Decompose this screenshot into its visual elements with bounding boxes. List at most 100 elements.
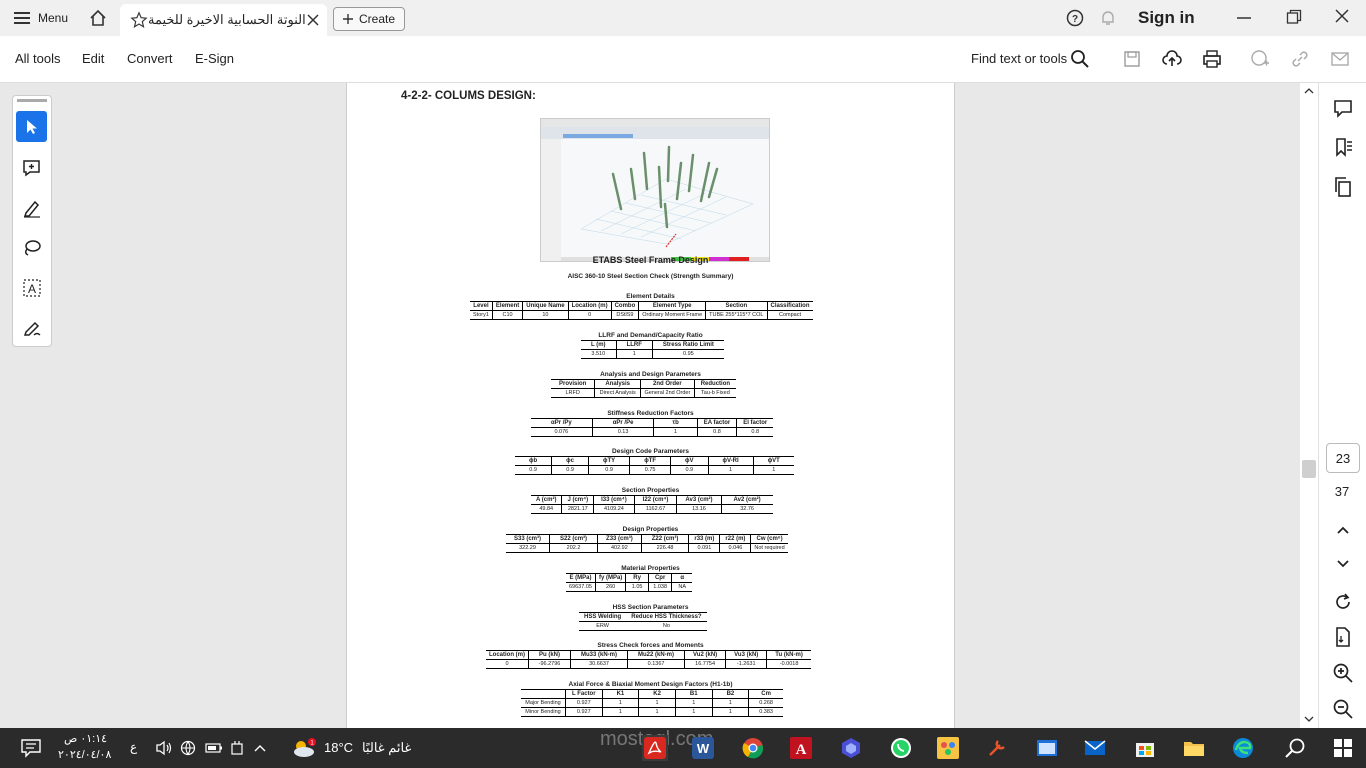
- paint-icon: [937, 737, 959, 759]
- th: Level: [470, 301, 493, 311]
- whatsapp-taskbar-button[interactable]: [888, 735, 914, 761]
- plus-icon: [342, 14, 353, 24]
- sign-in-button[interactable]: Sign in: [1138, 8, 1195, 28]
- clock-date[interactable]: ٢٠٢٤/٠٤/٠٨: [58, 748, 111, 761]
- volume-icon[interactable]: [155, 740, 173, 756]
- td: 0.1367: [627, 659, 685, 669]
- vertical-scrollbar[interactable]: [1300, 83, 1318, 728]
- weather-temperature[interactable]: 18°C: [324, 740, 353, 755]
- battery-icon[interactable]: [205, 741, 223, 755]
- create-button[interactable]: Create: [333, 7, 405, 31]
- comments-icon[interactable]: [1332, 97, 1354, 119]
- svg-text:?: ?: [1072, 14, 1078, 25]
- chevron-up-icon[interactable]: [1332, 519, 1354, 541]
- search-icon[interactable]: [1070, 49, 1090, 69]
- th: L Factor: [565, 689, 603, 699]
- weather-condition[interactable]: غائم غالبًا: [362, 740, 411, 756]
- th: ϕV: [670, 456, 709, 466]
- bookmark-icon[interactable]: [1332, 136, 1354, 158]
- td: 0.9: [515, 465, 552, 475]
- add-comment-tool[interactable]: [16, 152, 47, 183]
- report-subtitle: AISC 360-10 Steel Section Check (Strengt…: [567, 273, 734, 280]
- menu-button[interactable]: Menu: [6, 6, 76, 30]
- paint-taskbar-button[interactable]: [935, 735, 961, 761]
- globe-network-icon[interactable]: [180, 740, 196, 756]
- bell-icon[interactable]: [1099, 9, 1117, 27]
- scrollbar-thumb[interactable]: [1302, 460, 1316, 478]
- restore-icon[interactable]: [1286, 9, 1302, 25]
- th: K2: [638, 689, 676, 699]
- th: Reduction: [693, 379, 737, 389]
- page-extract-icon[interactable]: [1332, 626, 1354, 648]
- scroll-up-icon[interactable]: [1303, 86, 1315, 96]
- save-icon[interactable]: [1122, 49, 1142, 69]
- th: S22 (cm³): [549, 534, 598, 544]
- chrome-taskbar-button[interactable]: [740, 735, 766, 761]
- current-page-input[interactable]: 23: [1326, 443, 1360, 473]
- acrobat-reader-icon: A: [790, 737, 812, 759]
- th: LLRF: [615, 340, 653, 350]
- link-icon[interactable]: [1290, 49, 1310, 69]
- find-text-or-tools[interactable]: Find text or tools: [971, 51, 1067, 66]
- all-tools-menu[interactable]: All tools: [15, 51, 61, 66]
- pages-icon[interactable]: [1332, 176, 1354, 198]
- th: r33 (m): [688, 534, 720, 544]
- search-taskbar-button[interactable]: [1282, 735, 1308, 761]
- draw-tool[interactable]: [16, 232, 47, 263]
- text-tool[interactable]: A: [16, 272, 47, 303]
- td: C10: [491, 310, 523, 320]
- td: 32.76: [720, 504, 773, 514]
- sign-tool[interactable]: [16, 312, 47, 343]
- usb-device-icon[interactable]: [230, 740, 244, 756]
- word-taskbar-button[interactable]: W: [690, 735, 716, 761]
- window-taskbar-button[interactable]: [1034, 735, 1060, 761]
- pen-icon: [23, 200, 40, 218]
- select-tool[interactable]: [16, 111, 47, 142]
- close-tab-icon[interactable]: [307, 14, 319, 26]
- th: ϕc: [551, 456, 589, 466]
- notification-center-icon[interactable]: [20, 738, 42, 758]
- document-tab[interactable]: النوتة الحسابية الاخيرة للخيمة...: [120, 4, 327, 36]
- td: 16.7754: [684, 659, 726, 669]
- edit-menu[interactable]: Edit: [82, 51, 104, 66]
- edge-taskbar-button[interactable]: [1230, 735, 1256, 761]
- panel-grip[interactable]: [17, 99, 47, 102]
- mail-taskbar-button[interactable]: [1082, 735, 1108, 761]
- clock-time[interactable]: ٠١:١٤ ص: [64, 732, 107, 745]
- rotate-icon[interactable]: [1332, 591, 1354, 613]
- zoom-out-icon[interactable]: [1332, 698, 1354, 720]
- email-icon[interactable]: [1330, 49, 1350, 69]
- etabs-model-screenshot: [540, 118, 770, 262]
- section-properties-title: Section Properties: [621, 487, 680, 494]
- weather-cloud-sun-icon[interactable]: 1: [290, 736, 318, 760]
- star-icon[interactable]: [130, 11, 148, 29]
- acrobat-taskbar-button[interactable]: [642, 735, 668, 761]
- print-icon[interactable]: [1202, 49, 1222, 69]
- th: ϕV-RI: [707, 456, 754, 466]
- chevron-up-tray-icon[interactable]: [253, 742, 267, 754]
- tools-taskbar-button[interactable]: [984, 735, 1010, 761]
- zoom-in-icon[interactable]: [1332, 662, 1354, 684]
- app-taskbar-button[interactable]: [838, 735, 864, 761]
- keyboard-language[interactable]: ع: [130, 740, 137, 754]
- td: 0.076: [531, 427, 593, 437]
- convert-menu[interactable]: Convert: [127, 51, 173, 66]
- highlight-tool[interactable]: [16, 192, 47, 223]
- file-explorer-taskbar-button[interactable]: [1181, 735, 1207, 761]
- home-icon[interactable]: [88, 8, 108, 28]
- chevron-down-icon[interactable]: [1332, 552, 1354, 574]
- start-button[interactable]: [1330, 735, 1356, 761]
- minimize-icon[interactable]: [1236, 10, 1252, 26]
- close-window-icon[interactable]: [1334, 8, 1350, 24]
- td: 0.95: [651, 349, 724, 359]
- upload-cloud-icon[interactable]: [1162, 49, 1182, 69]
- esign-menu[interactable]: E-Sign: [195, 51, 234, 66]
- share-user-icon[interactable]: [1250, 49, 1270, 69]
- td: 1: [638, 698, 676, 708]
- acrobat-reader-taskbar-button[interactable]: A: [788, 735, 814, 761]
- th: ϕb: [515, 456, 552, 466]
- folder-icon: [1184, 742, 1204, 756]
- store-taskbar-button[interactable]: [1132, 735, 1158, 761]
- help-icon[interactable]: ?: [1066, 9, 1084, 27]
- scroll-down-icon[interactable]: [1303, 714, 1315, 724]
